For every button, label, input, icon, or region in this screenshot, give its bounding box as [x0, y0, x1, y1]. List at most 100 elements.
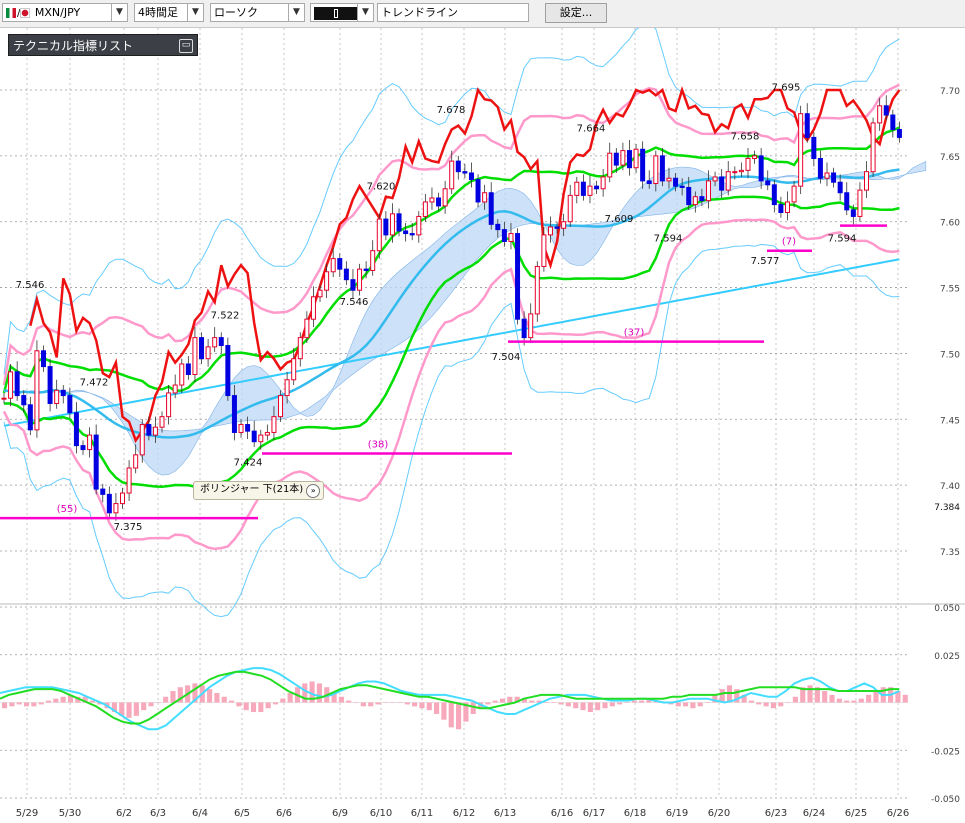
date-tick-label: 6/24 — [803, 808, 825, 819]
macd-histogram-bar — [756, 702, 762, 705]
price-tick-label: 7.35 — [940, 548, 960, 558]
drawing-tool-label: トレンドライン — [381, 6, 458, 19]
indicator-list-panel[interactable]: テクニカル指標リスト ▭ — [8, 34, 198, 56]
bearish-candle — [106, 493, 112, 514]
bullish-candle — [561, 221, 567, 229]
bullish-candle — [587, 185, 593, 196]
price-annotation: 7.594 — [828, 234, 857, 245]
chart-style-label: ローソク — [214, 6, 258, 19]
bullish-candle — [653, 155, 659, 185]
bullish-candle — [258, 434, 264, 443]
indicator-list-title: テクニカル指標リスト — [13, 39, 134, 53]
bollinger-upper-3sigma — [3, 28, 900, 375]
macd-histogram-bar — [346, 700, 352, 703]
symbol-select[interactable]: / MXN/JPY ▼ — [2, 3, 128, 22]
bearish-candle — [185, 363, 191, 376]
bullish-candle — [87, 434, 93, 451]
bearish-candle — [646, 180, 652, 185]
period-marker-label: (38) — [368, 440, 389, 451]
bullish-candle — [745, 157, 751, 171]
macd-histogram-bar — [763, 702, 769, 707]
bullish-candle — [798, 113, 804, 187]
macd-histogram-bar — [748, 700, 755, 703]
bearish-candle — [27, 404, 33, 431]
minimize-icon[interactable]: ▭ — [179, 39, 193, 53]
macd-histogram-bar — [492, 700, 498, 703]
macd-histogram-bar — [2, 702, 8, 709]
bearish-candle — [883, 105, 889, 116]
price-annotation: 7.609 — [605, 214, 634, 225]
macd-histogram-bar — [272, 702, 279, 705]
macd-histogram-bar — [316, 683, 322, 703]
bullish-candle — [422, 201, 428, 217]
drawing-tool-field[interactable]: トレンドライン — [377, 3, 529, 22]
macd-histogram-bar — [133, 702, 139, 716]
date-tick-label: 6/4 — [192, 808, 208, 819]
timeframe-select[interactable]: 4時間足 ▼ — [134, 3, 204, 22]
symbol-label: MXN/JPY — [34, 6, 81, 19]
bearish-candle — [455, 160, 461, 173]
bollinger-tooltip[interactable]: ボリンジャー 下(21本) » — [193, 481, 325, 500]
macd-histogram-bar — [499, 698, 506, 703]
price-tick-label: 7.55 — [940, 285, 960, 295]
macd-histogram-bar — [704, 702, 711, 703]
bearish-candle — [515, 233, 521, 320]
bullish-candle — [877, 105, 883, 124]
macd-histogram-bar — [60, 696, 66, 703]
bearish-candle — [468, 172, 474, 181]
macd-histogram-bar — [595, 702, 601, 711]
macd-histogram-bar — [873, 691, 879, 703]
macd-histogram-bar — [851, 700, 857, 703]
bearish-candle — [337, 258, 343, 270]
macd-histogram-bar — [214, 692, 220, 703]
chart-canvas[interactable]: 7.75 7.70 7.65 7.60 7.55 7.50 7.45 7.40 7.35 0.05… — [0, 28, 965, 823]
bullish-candle — [370, 250, 376, 271]
bearish-candle — [844, 192, 850, 211]
settings-button[interactable]: 設定... — [545, 3, 607, 23]
bullish-candle — [482, 192, 488, 203]
bearish-candle — [199, 337, 205, 360]
price-annotation: 7.594 — [654, 234, 683, 245]
bearish-candle — [896, 129, 902, 138]
bullish-candle — [238, 424, 244, 433]
macd-histogram-bar — [770, 702, 776, 709]
price-tick-label: 7.75 — [940, 28, 960, 31]
chevron-down-icon[interactable]: ▼ — [357, 4, 373, 21]
bearish-candle — [626, 150, 632, 169]
bullish-candle — [857, 189, 863, 217]
chart-style-select[interactable]: ローソク ▼ — [210, 3, 305, 22]
bullish-candle — [291, 358, 297, 381]
macd-histogram-bar — [250, 702, 257, 713]
bullish-candle — [297, 337, 303, 360]
bullish-candle — [824, 172, 830, 179]
chevron-down-icon[interactable]: ▼ — [187, 4, 203, 21]
bearish-candle — [21, 395, 27, 406]
bullish-candle — [113, 503, 119, 514]
bullish-candle — [389, 213, 395, 236]
macd-histogram-bar — [697, 702, 703, 707]
bullish-candle — [600, 176, 606, 190]
candle-icon-select[interactable]: ▼ — [310, 3, 374, 22]
bullish-candle — [547, 226, 553, 236]
bullish-candle — [633, 148, 639, 169]
bullish-candle — [534, 265, 540, 315]
chart-area[interactable]: 7.75 7.70 7.65 7.60 7.55 7.50 7.45 7.40 7.35 0.05… — [0, 28, 965, 823]
date-tick-label: 6/10 — [370, 808, 392, 819]
expand-chevron-icon[interactable]: » — [306, 484, 321, 498]
period-marker-label: (7) — [782, 237, 796, 248]
bearish-candle — [778, 204, 784, 213]
bearish-candle — [488, 192, 494, 225]
macd-histogram-bar — [441, 702, 447, 720]
macd-histogram-bar — [419, 702, 425, 709]
macd-histogram-bar — [221, 696, 227, 703]
date-tick-label: 6/12 — [453, 808, 475, 819]
macd-histogram-bar — [778, 702, 784, 707]
bullish-candle — [205, 346, 211, 360]
bearish-candle — [580, 181, 586, 196]
bearish-candle — [475, 179, 481, 203]
price-annotation: 7.375 — [114, 522, 143, 533]
chevron-down-icon[interactable]: ▼ — [288, 4, 304, 21]
chevron-down-icon[interactable]: ▼ — [111, 4, 127, 21]
macd-histogram-bar — [31, 702, 37, 707]
macd-histogram-bar — [902, 694, 908, 703]
